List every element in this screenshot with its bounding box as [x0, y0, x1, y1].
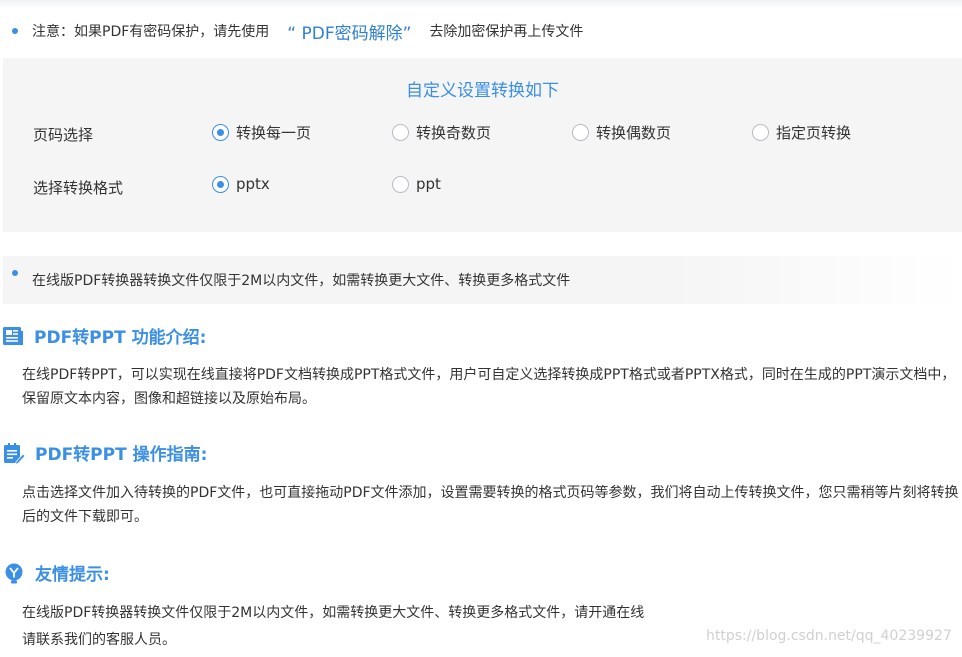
radio-pptx[interactable]: pptx [212, 175, 270, 193]
radio-every-page[interactable]: 转换每一页 [212, 122, 311, 143]
page-select-label: 页码选择 [33, 126, 94, 144]
intro-heading: PDF转PPT 功能介绍: [2, 323, 206, 348]
format-select-row: 选择转换格式 pptx ppt [3, 175, 962, 199]
intro-body: 在线PDF转PPT，可以实现在线直接将PDF文档转换成PPT格式文件，用户可自定… [22, 367, 956, 407]
radio-odd-pages[interactable]: 转换奇数页 [392, 122, 491, 143]
notice-prefix: 注意：如果PDF有密码保护，请先使用 [32, 24, 270, 40]
radio-label: 指定页转换 [776, 124, 852, 142]
intro-title: PDF转PPT 功能介绍: [34, 328, 207, 348]
radio-label: pptx [236, 175, 270, 193]
csdn-watermark: https://blog.csdn.net/qq_40239927 [706, 628, 952, 644]
bullet-dot-icon [12, 270, 18, 276]
radio-ppt[interactable]: ppt [392, 175, 441, 193]
size-limit-note: 在线版PDF转换器转换文件仅限于2M以内文件，如需转换更大文件、转换更多格式文件 [3, 256, 962, 304]
intro-doc-icon [3, 326, 23, 345]
radio-label: 转换奇数页 [416, 124, 492, 142]
radio-specified-pages[interactable]: 指定页转换 [752, 122, 851, 143]
tips-title: 友情提示: [35, 565, 110, 585]
radio-unselected-icon[interactable] [392, 175, 409, 193]
pdf-password-remove-link[interactable]: “ PDF密码解除” [287, 19, 411, 44]
guide-title: PDF转PPT 操作指南: [35, 445, 208, 465]
notice-suffix: 去除加密保护再上传文件 [429, 24, 584, 40]
top-divider [0, 0, 962, 8]
radio-unselected-icon[interactable] [752, 124, 769, 141]
radio-selected-icon[interactable] [212, 124, 229, 141]
radio-label: 转换每一页 [236, 124, 312, 142]
guide-heading: PDF转PPT 操作指南: [3, 440, 207, 465]
tips-line-1: 在线版PDF转换器转换文件仅限于2M以内文件，如需转换更大文件、转换更多格式文件… [22, 605, 645, 621]
radio-unselected-icon[interactable] [572, 124, 589, 141]
password-notice: 注意：如果PDF有密码保护，请先使用 “ PDF密码解除” 去除加密保护再上传文… [0, 18, 962, 44]
radio-unselected-icon[interactable] [392, 124, 409, 141]
limit-text: 在线版PDF转换器转换文件仅限于2M以内文件，如需转换更大文件、转换更多格式文件 [32, 273, 571, 289]
settings-panel: 自定义设置转换如下 页码选择 转换每一页 转换奇数页 转换偶数页 指定页转换 选… [3, 58, 962, 232]
radio-label: 转换偶数页 [596, 124, 672, 142]
tips-heading: 友情提示: [3, 560, 110, 585]
guide-checklist-icon [4, 442, 25, 464]
page-select-row: 页码选择 转换每一页 转换奇数页 转换偶数页 指定页转换 [3, 122, 962, 146]
tips-bulb-icon [5, 563, 23, 583]
radio-even-pages[interactable]: 转换偶数页 [572, 122, 671, 143]
bullet-dot-icon [12, 28, 18, 34]
guide-body: 点击选择文件加入待转换的PDF文件，也可直接拖动PDF文件添加，设置需要转换的格… [22, 485, 959, 525]
radio-label: ppt [416, 175, 441, 193]
settings-title: 自定义设置转换如下 [406, 81, 559, 101]
radio-selected-icon[interactable] [212, 175, 229, 193]
format-select-label: 选择转换格式 [33, 179, 124, 197]
